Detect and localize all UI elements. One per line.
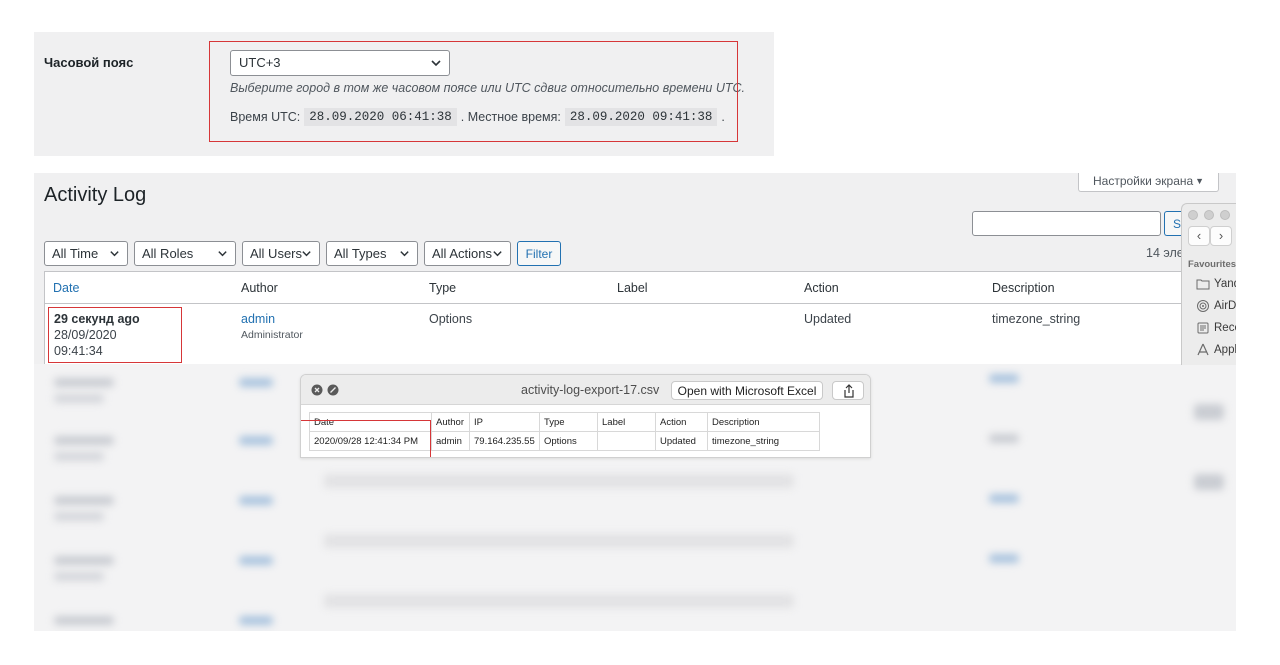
column-header-description: Description [992, 281, 1055, 295]
csv-cell-type: Options [539, 431, 598, 451]
fullscreen-icon[interactable] [327, 384, 339, 396]
page-title: Activity Log [44, 184, 147, 206]
back-chevron-icon[interactable]: ‹ [1188, 226, 1210, 246]
close-window-icon[interactable] [1188, 210, 1198, 220]
filter-users-label: All Users [250, 246, 303, 261]
csv-cell-author: admin [431, 431, 470, 451]
filter-types-label: All Types [334, 246, 387, 261]
header-divider [45, 303, 1203, 304]
finder-sidebar-window: ‹ › Favourites Yand AirD Rece Appl [1181, 203, 1236, 365]
filter-types-select[interactable]: All Types [326, 241, 418, 266]
filter-actions-label: All Actions [432, 246, 492, 261]
csv-cell-description: timezone_string [707, 431, 820, 451]
column-header-type: Type [429, 281, 457, 295]
filter-actions-select[interactable]: All Actions [424, 241, 511, 266]
minimize-window-icon[interactable] [1204, 210, 1214, 220]
share-icon [844, 384, 854, 398]
csv-titlebar: activity-log-export-17.csv Open with Mic… [301, 375, 870, 405]
zoom-window-icon[interactable] [1220, 210, 1230, 220]
timezone-label: Часовой пояс [44, 55, 134, 70]
finder-item-applications[interactable]: Appl [1196, 343, 1236, 357]
chevron-down-icon [218, 251, 227, 257]
csv-date-highlight-box [301, 420, 431, 457]
favourites-heading: Favourites [1188, 259, 1236, 270]
close-icon[interactable] [311, 384, 323, 396]
recents-icon [1197, 322, 1209, 334]
column-header-author: Author [241, 281, 278, 295]
filter-time-select[interactable]: All Time [44, 241, 128, 266]
filter-roles-label: All Roles [142, 246, 194, 261]
share-button[interactable] [832, 381, 864, 400]
forward-chevron-icon[interactable]: › [1210, 226, 1232, 246]
csv-cell-action: Updated [655, 431, 708, 451]
row-author-link[interactable]: admin [241, 312, 275, 326]
csv-header-author: Author [431, 412, 470, 432]
csv-header-type: Type [539, 412, 598, 432]
csv-header-label: Label [597, 412, 656, 432]
chevron-down-icon [110, 251, 119, 257]
finder-item-yandex[interactable]: Yand [1196, 277, 1236, 291]
csv-header-ip: IP [469, 412, 540, 432]
search-input[interactable] [972, 211, 1161, 236]
chevron-down-icon [493, 251, 502, 257]
chevron-down-icon [302, 251, 311, 257]
filter-time-label: All Time [52, 246, 99, 261]
activity-log-table: Date Author Type Label Action Descriptio… [44, 271, 1204, 365]
filter-users-select[interactable]: All Users [242, 241, 320, 266]
screen-options-label: Настройки экрана [1093, 174, 1194, 188]
timezone-highlight-box [209, 41, 738, 142]
folder-icon [1196, 279, 1210, 290]
csv-header-action: Action [655, 412, 708, 432]
csv-preview-window: activity-log-export-17.csv Open with Mic… [300, 374, 871, 458]
column-header-date[interactable]: Date [53, 281, 79, 295]
applications-icon [1197, 343, 1209, 356]
chevron-down-icon [400, 251, 409, 257]
filter-button[interactable]: Filter [517, 241, 561, 266]
airdrop-icon [1197, 300, 1209, 312]
caret-down-icon: ▼ [1195, 176, 1204, 186]
column-header-action: Action [804, 281, 839, 295]
csv-cell-ip: 79.164.235.55 [469, 431, 540, 451]
row-type: Options [429, 312, 473, 326]
finder-item-recents[interactable]: Rece [1196, 321, 1236, 335]
row-action: Updated [804, 312, 852, 326]
csv-header-description: Description [707, 412, 820, 432]
items-count: 14 эле [1146, 246, 1184, 260]
date-highlight-box [48, 307, 182, 363]
csv-filename: activity-log-export-17.csv [521, 383, 660, 397]
timezone-settings-panel: Часовой пояс UTC+3 Выберите город в том … [34, 32, 774, 156]
row-description: timezone_string [992, 312, 1081, 326]
finder-item-airdrop[interactable]: AirD [1196, 299, 1236, 313]
column-header-label: Label [617, 281, 648, 295]
row-author-role: Administrator [241, 329, 303, 341]
filter-roles-select[interactable]: All Roles [134, 241, 236, 266]
screen-options-button[interactable]: Настройки экрана ▼ [1078, 173, 1219, 192]
open-with-excel-button[interactable]: Open with Microsoft Excel [671, 381, 823, 400]
csv-cell-label [597, 431, 656, 451]
